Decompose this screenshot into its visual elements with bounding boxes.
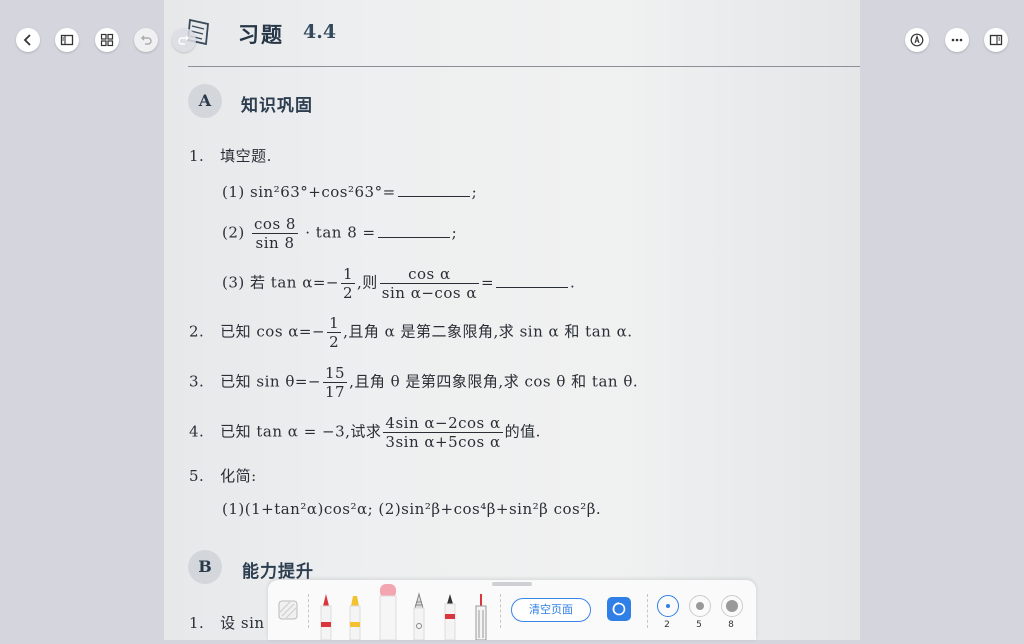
- sidebar-icon: [60, 34, 74, 46]
- calligraphy-pen-tool[interactable]: [472, 592, 490, 644]
- document-page: 习题 4.4 A 知识巩固 1. 填空题. (1) sin²63°+cos²63…: [164, 0, 860, 640]
- pencil-icon: [413, 592, 425, 641]
- fountain-pen-tool[interactable]: [441, 592, 459, 644]
- redo-button[interactable]: [172, 28, 196, 52]
- size-label: 2: [664, 620, 670, 630]
- size-label: 8: [728, 620, 734, 630]
- highlighter-icon: [349, 596, 361, 641]
- undo-icon: [141, 35, 152, 45]
- problem-1-3: (3) 若 tan α=− 1 2 ,则 cos α sin α−cos α =.: [222, 265, 576, 302]
- problem-1: 1. 填空题.: [189, 147, 272, 165]
- reader-button[interactable]: [984, 28, 1008, 52]
- size-8-button[interactable]: [721, 595, 743, 617]
- header-rule: [188, 66, 860, 67]
- red-pen-tool[interactable]: [317, 592, 335, 644]
- section-a-title: 知识巩固: [241, 96, 313, 116]
- undo-button[interactable]: [134, 28, 158, 52]
- marker-icon: [379, 584, 397, 641]
- size-2-button[interactable]: [657, 595, 679, 617]
- back-button[interactable]: [16, 28, 40, 52]
- yellow-highlighter-tool[interactable]: [346, 592, 364, 644]
- section-b-badge: B: [188, 550, 222, 584]
- problem-1-2: (2) cos 8 sin 8 · tan 8 =;: [222, 215, 458, 252]
- size-dot-icon: [666, 604, 670, 608]
- problem-5: 5. 化简:: [189, 467, 257, 485]
- grid-icon: [100, 33, 114, 47]
- back-icon: [23, 34, 31, 46]
- problem-2: 2. 已知 cos α=− 1 2 ,且角 α 是第二象限角,求 sin α 和 ta…: [189, 314, 633, 351]
- pink-marker-tool[interactable]: [377, 582, 399, 644]
- exercise-title: 习题: [238, 22, 284, 47]
- problem-b1: 1. 设 sin: [189, 614, 265, 632]
- calligraphy-pen-icon: [475, 594, 487, 641]
- clear-page-button[interactable]: 清空页面: [511, 598, 591, 622]
- exercise-number: 4.4: [303, 21, 337, 43]
- grid-button[interactable]: [95, 28, 119, 52]
- more-button[interactable]: [945, 28, 969, 52]
- size-label: 5: [696, 620, 702, 630]
- problem-3: 3. 已知 sin θ=− 15 17 ,且角 θ 是第四象限角,求 cos θ 和 …: [189, 364, 639, 401]
- eraser-tool[interactable]: [278, 600, 298, 624]
- sidebar-button[interactable]: [55, 28, 79, 52]
- toolbar-separator: [500, 594, 502, 628]
- section-a-badge: A: [188, 84, 222, 118]
- size-dot-icon: [696, 602, 704, 610]
- pen-mode-button[interactable]: [905, 28, 929, 52]
- lasso-button[interactable]: [607, 597, 631, 621]
- redo-icon: [178, 35, 189, 45]
- lasso-icon: [612, 602, 626, 616]
- size-dot-icon: [726, 600, 738, 612]
- reader-icon: [989, 34, 1003, 46]
- problem-1-1: (1) sin²63°+cos²63°=;: [222, 183, 478, 201]
- fountain-pen-icon: [444, 594, 456, 641]
- more-icon: [951, 38, 963, 42]
- pen-mode-icon: [910, 33, 924, 47]
- toolbar-drag-handle[interactable]: [492, 582, 532, 586]
- red-pen-icon: [320, 594, 332, 641]
- size-5-button[interactable]: [689, 595, 711, 617]
- annotation-toolbar: 清空页面 2 5 8: [268, 580, 756, 641]
- section-b-title: 能力提升: [242, 562, 314, 582]
- problem-5-sub: (1)(1+tan²α)cos²α; (2)sin²β+cos⁴β+sin²β …: [222, 500, 602, 518]
- eraser-icon: [278, 600, 298, 620]
- toolbar-separator: [308, 594, 310, 628]
- problem-4: 4. 已知 tan α = −3,试求 4sin α−2cos α 3sin α+5…: [189, 414, 541, 451]
- toolbar-separator: [647, 594, 649, 628]
- pencil-tool[interactable]: [410, 592, 428, 644]
